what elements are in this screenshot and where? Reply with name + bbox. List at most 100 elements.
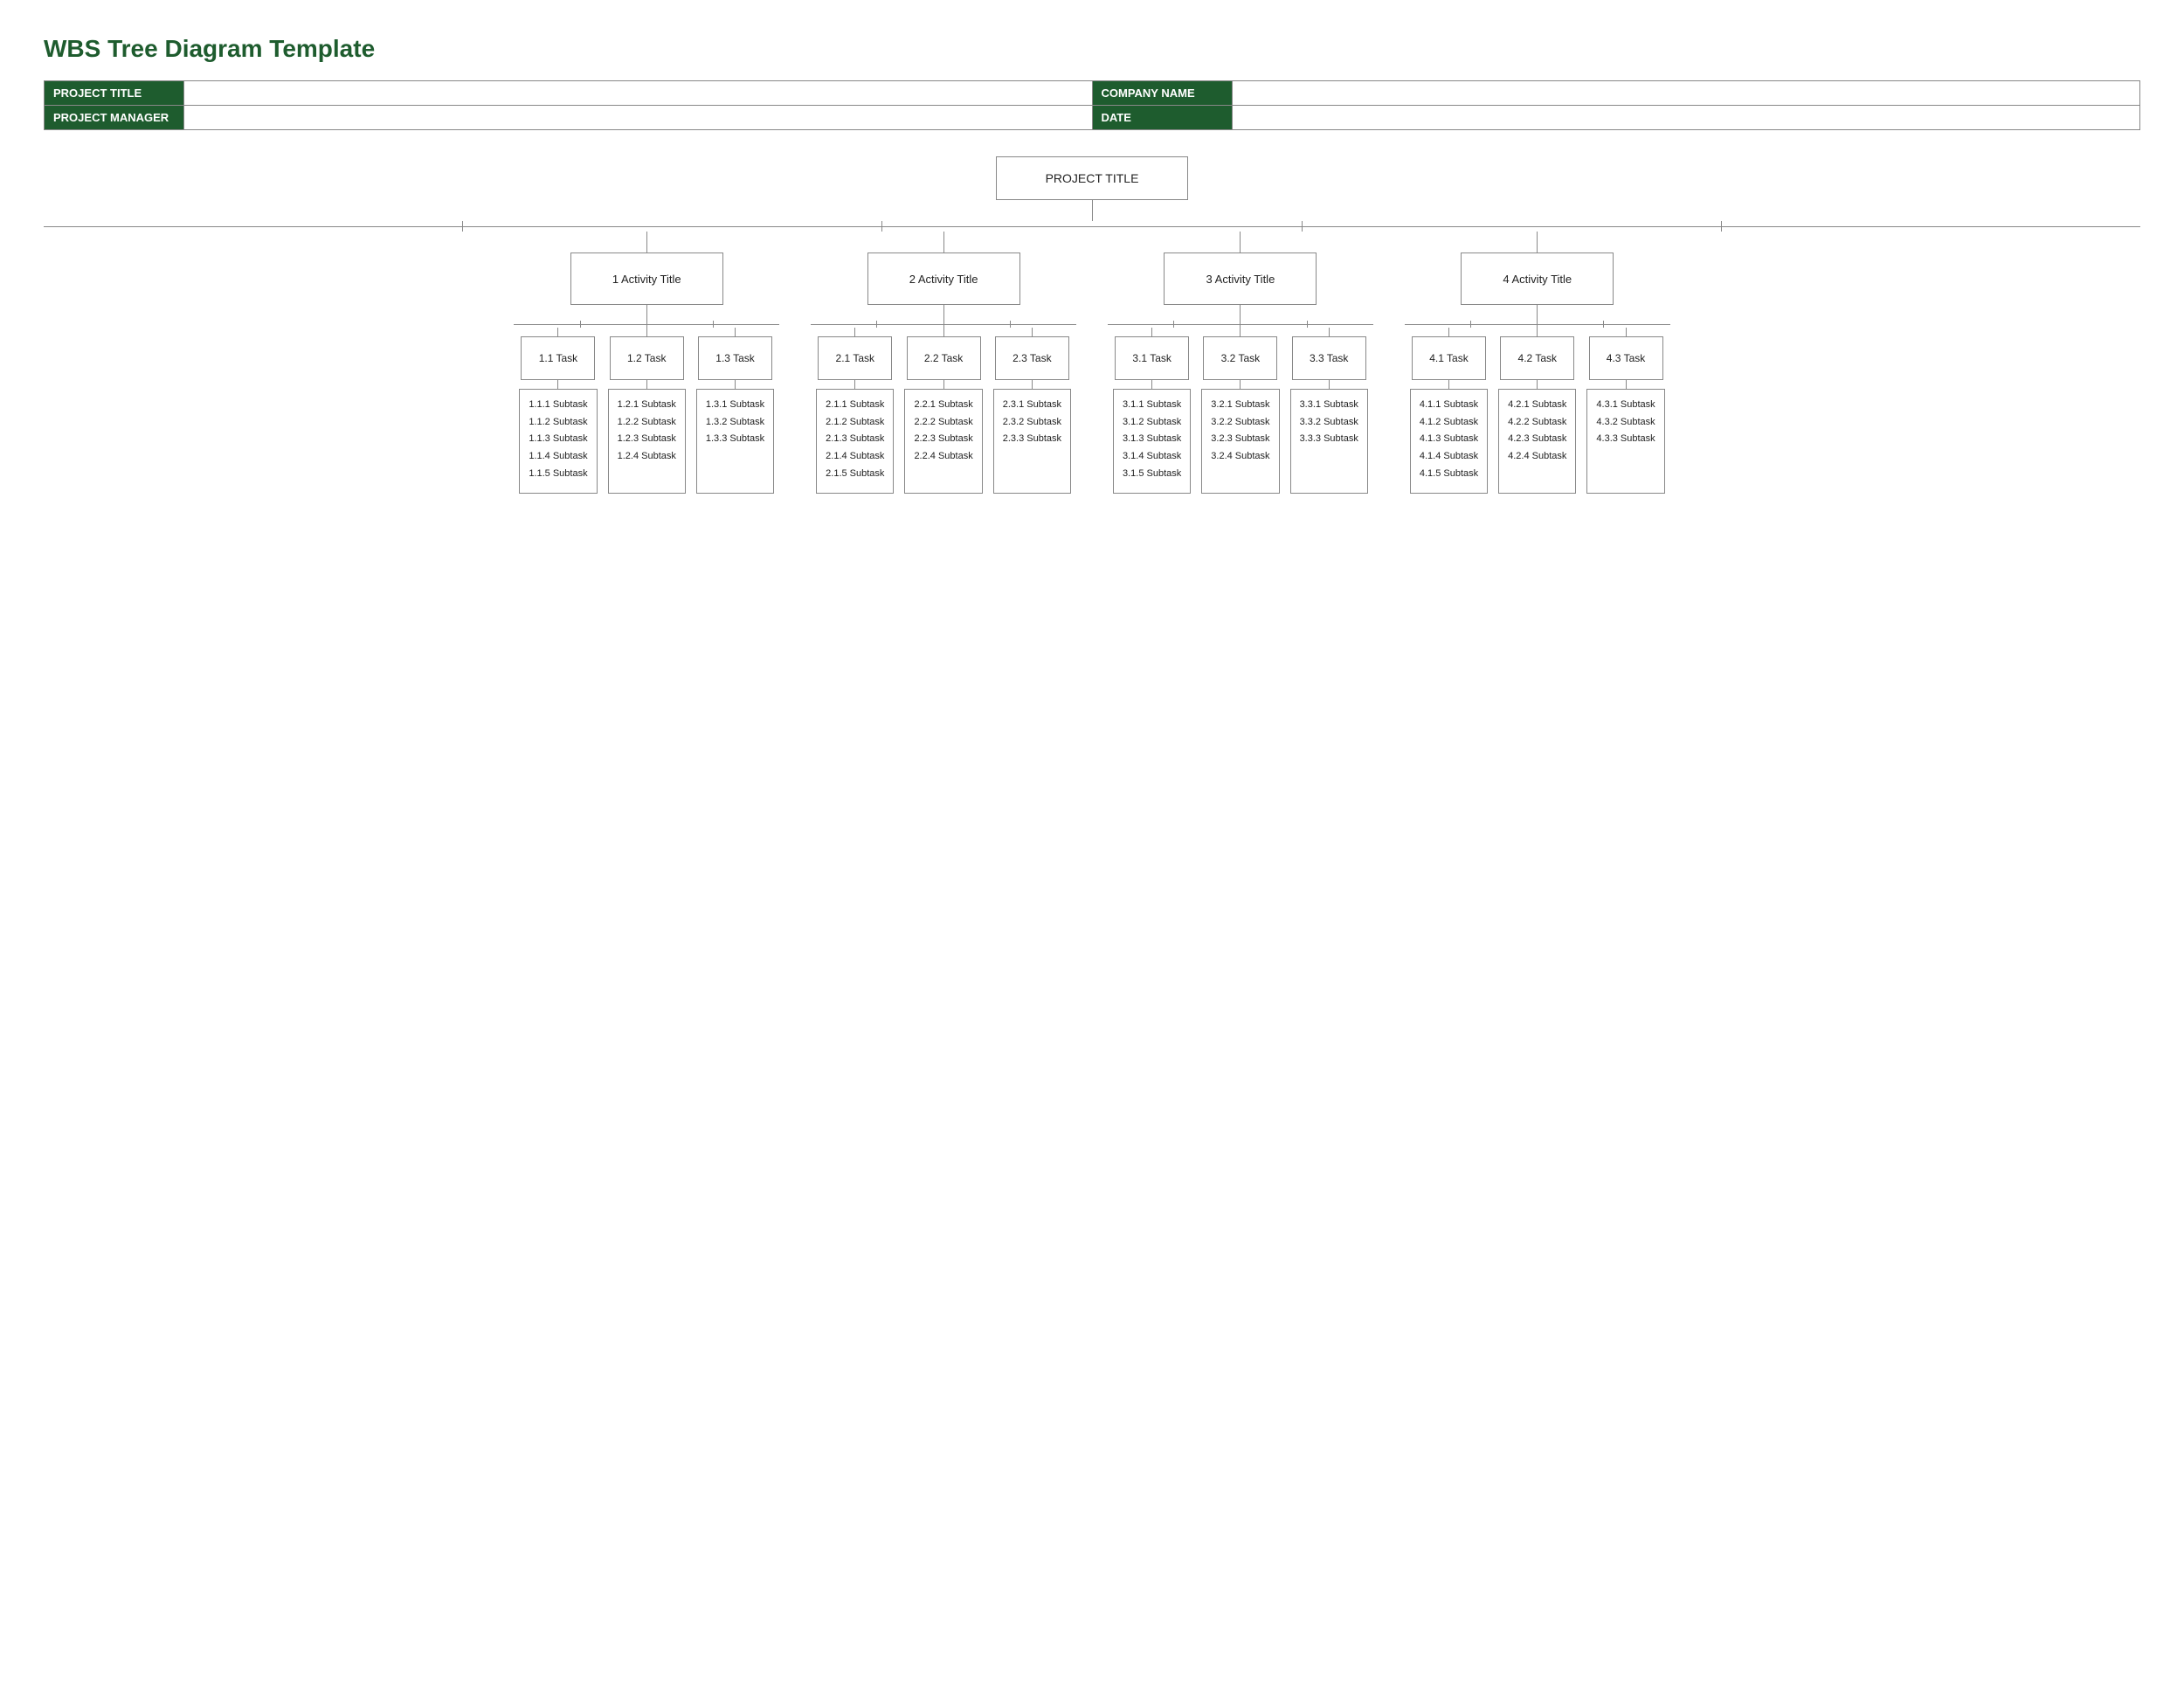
tasks-h-row-4 (1405, 321, 1670, 328)
tasks-row-4: 4.1 Task 4.1.1 Subtask4.1.2 Subtask4.1.3 … (1405, 328, 1670, 494)
task-group-4.1: 4.1 Task 4.1.1 Subtask4.1.2 Subtask4.1.3 … (1410, 328, 1488, 494)
subtask-item: 2.2.3 Subtask (914, 431, 972, 447)
subtask-container-1.3: 1.3.1 Subtask1.3.2 Subtask1.3.3 Subtask (696, 389, 774, 494)
subtask-item: 3.3.3 Subtask (1300, 431, 1358, 447)
activity-group-1: 1 Activity Title 1.1 Task 1.1.1 Subtask 1.1… (514, 232, 779, 494)
task-group-4.2: 4.2 Task4.2.1 Subtask4.2.2 Subtask4.2.3 … (1498, 328, 1576, 494)
subtask-item: 1.3.1 Subtask (706, 397, 764, 413)
task-box-4.1: 4.1 Task (1412, 336, 1486, 380)
subtask-item: 3.2.3 Subtask (1211, 431, 1269, 447)
subtask-item: 3.2.1 Subtask (1211, 397, 1269, 413)
activity-vline-1 (646, 232, 647, 253)
subtask-item: 2.1.1 Subtask (826, 397, 884, 413)
top-h-connector (44, 221, 2140, 232)
project-manager-label: PROJECT MANAGER (45, 106, 184, 130)
project-manager-value[interactable] (184, 106, 1093, 130)
task-group-1.3: 1.3 Task 1.3.1 Subtask1.3.2 Subtask1.3.3 … (696, 328, 774, 494)
subtask-container-1.2: 1.2.1 Subtask1.2.2 Subtask1.2.3 Subtask1… (608, 389, 686, 494)
activities-row: 1 Activity Title 1.1 Task 1.1.1 Subtask 1.1… (44, 232, 2140, 494)
task-box-3.2: 3.2 Task (1203, 336, 1277, 380)
subtask-container-2.2: 2.2.1 Subtask2.2.2 Subtask2.2.3 Subtask2… (904, 389, 982, 494)
tasks-h-row-2 (811, 321, 1076, 328)
task-group-3.3: 3.3 Task3.3.1 Subtask3.3.2 Subtask3.3.3 … (1290, 328, 1368, 494)
date-label: DATE (1092, 106, 1232, 130)
subtask-item: 4.1.1 Subtask (1420, 397, 1478, 413)
activity-box-1: 1 Activity Title (570, 253, 723, 305)
subtask-item: 1.1.5 Subtask (529, 466, 587, 482)
subtask-item: 2.3.1 Subtask (1003, 397, 1061, 413)
activity-vline-2 (943, 232, 944, 253)
activity-box-3: 3 Activity Title (1164, 253, 1317, 305)
subtask-item: 2.2.4 Subtask (914, 448, 972, 465)
subtask-item: 1.2.1 Subtask (618, 397, 676, 413)
task-group-2.1: 2.1 Task2.1.1 Subtask2.1.2 Subtask2.1.3 … (816, 328, 894, 494)
subtask-item: 4.2.4 Subtask (1508, 448, 1566, 465)
task-box-2.1: 2.1 Task (818, 336, 892, 380)
subtask-item: 2.2.1 Subtask (914, 397, 972, 413)
subtask-item: 2.3.2 Subtask (1003, 414, 1061, 431)
task-box-1.1: 1.1 Task (521, 336, 595, 380)
activity-vline2-4 (1537, 305, 1538, 321)
subtask-item: 2.1.5 Subtask (826, 466, 884, 482)
company-name-label: COMPANY NAME (1092, 81, 1232, 106)
subtask-item: 3.3.2 Subtask (1300, 414, 1358, 431)
subtask-item: 1.3.2 Subtask (706, 414, 764, 431)
tasks-h-row-3 (1108, 321, 1373, 328)
subtask-item: 4.2.2 Subtask (1508, 414, 1566, 431)
task-group-2.2: 2.2 Task2.2.1 Subtask2.2.2 Subtask2.2.3 … (904, 328, 982, 494)
subtask-item: 1.1.1 Subtask (529, 397, 587, 413)
activity-group-4: 4 Activity Title4.1 Task4.1.1 Subtask4.1… (1405, 232, 1670, 494)
wbs-diagram: PROJECT TITLE 1 Activity Title 1.1 Task 1.… (44, 156, 2140, 494)
subtask-item: 4.1.5 Subtask (1420, 466, 1478, 482)
subtask-item: 3.2.2 Subtask (1211, 414, 1269, 431)
subtask-item: 2.2.2 Subtask (914, 414, 972, 431)
subtask-container-4.2: 4.2.1 Subtask4.2.2 Subtask4.2.3 Subtask4… (1498, 389, 1576, 494)
subtask-item: 3.1.2 Subtask (1123, 414, 1181, 431)
subtask-item: 1.1.3 Subtask (529, 431, 587, 447)
activity-box-4: 4 Activity Title (1461, 253, 1614, 305)
root-node: PROJECT TITLE (996, 156, 1188, 200)
subtask-container-2.3: 2.3.1 Subtask2.3.2 Subtask2.3.3 Subtask (993, 389, 1071, 494)
activity-vline-3 (1240, 232, 1241, 253)
task-box-1.3: 1.3 Task (698, 336, 772, 380)
subtask-item: 4.2.3 Subtask (1508, 431, 1566, 447)
subtask-container-3.3: 3.3.1 Subtask3.3.2 Subtask3.3.3 Subtask (1290, 389, 1368, 494)
header-table: PROJECT TITLE COMPANY NAME PROJECT MANAG… (44, 80, 2140, 130)
subtask-item: 2.1.4 Subtask (826, 448, 884, 465)
subtask-item: 3.1.1 Subtask (1123, 397, 1181, 413)
subtask-container-3.2: 3.2.1 Subtask3.2.2 Subtask3.2.3 Subtask3… (1201, 389, 1279, 494)
subtask-container-4.3: 4.3.1 Subtask4.3.2 Subtask4.3.3 Subtask (1586, 389, 1664, 494)
company-name-value[interactable] (1232, 81, 2140, 106)
activity-group-2: 2 Activity Title2.1 Task2.1.1 Subtask2.1… (811, 232, 1076, 494)
task-group-1.1: 1.1 Task1.1.1 Subtask1.1.2 Subtask1.1.3 … (519, 328, 597, 494)
task-group-1.2: 1.2 Task 1.2.1 Subtask1.2.2 Subtask1.2.3 … (608, 328, 686, 494)
project-title-value[interactable] (184, 81, 1093, 106)
task-group-2.3: 2.3 Task2.3.1 Subtask2.3.2 Subtask2.3.3 … (993, 328, 1071, 494)
task-box-4.3: 4.3 Task (1589, 336, 1663, 380)
subtask-item: 2.3.3 Subtask (1003, 431, 1061, 447)
activity-vline2-1 (646, 305, 647, 321)
subtask-item: 4.2.1 Subtask (1508, 397, 1566, 413)
subtask-item: 2.1.2 Subtask (826, 414, 884, 431)
subtask-item: 1.1.4 Subtask (529, 448, 587, 465)
date-value[interactable] (1232, 106, 2140, 130)
subtask-item: 4.1.4 Subtask (1420, 448, 1478, 465)
subtask-item: 4.1.3 Subtask (1420, 431, 1478, 447)
subtask-item: 4.3.3 Subtask (1596, 431, 1655, 447)
subtask-item: 4.1.2 Subtask (1420, 414, 1478, 431)
project-title-label: PROJECT TITLE (45, 81, 184, 106)
subtask-item: 3.3.1 Subtask (1300, 397, 1358, 413)
subtask-item: 4.3.2 Subtask (1596, 414, 1655, 431)
task-box-3.1: 3.1 Task (1115, 336, 1189, 380)
activity-vline2-3 (1240, 305, 1241, 321)
subtask-item: 4.3.1 Subtask (1596, 397, 1655, 413)
task-group-3.1: 3.1 Task3.1.1 Subtask3.1.2 Subtask3.1.3 … (1113, 328, 1191, 494)
activity-vline-4 (1537, 232, 1538, 253)
task-box-1.2: 1.2 Task (610, 336, 684, 380)
subtask-item: 3.1.5 Subtask (1123, 466, 1181, 482)
subtask-item: 1.2.4 Subtask (618, 448, 676, 465)
subtask-item: 3.2.4 Subtask (1211, 448, 1269, 465)
tasks-row-1: 1.1 Task1.1.1 Subtask1.1.2 Subtask1.1.3 … (514, 328, 779, 494)
subtask-item: 3.1.4 Subtask (1123, 448, 1181, 465)
subtask-item: 1.2.2 Subtask (618, 414, 676, 431)
